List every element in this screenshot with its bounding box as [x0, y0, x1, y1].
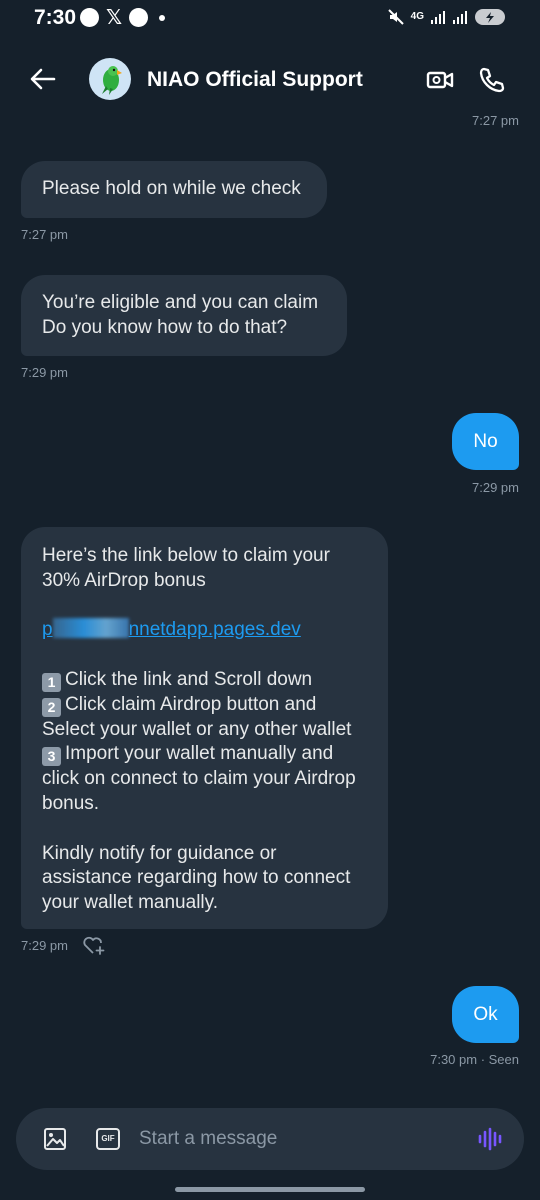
- message-text: your wallet manually.: [42, 892, 219, 914]
- message-timestamp: 7:29 pm: [21, 938, 68, 953]
- message-text: Import your wallet manually and: [65, 743, 334, 765]
- gif-icon[interactable]: GIF: [96, 1128, 120, 1150]
- message-text: assistance regarding how to connect: [42, 867, 351, 889]
- message-timestamp: 7:29 pm: [21, 365, 68, 380]
- page-title: NIAO Official Support: [147, 68, 363, 91]
- keycap-two-icon: 2: [42, 697, 61, 717]
- message-text: Here’s the link below to claim your: [42, 545, 330, 566]
- message-text: You’re eligible and you can claim: [42, 292, 319, 313]
- message-text: click on connect to claim your Airdrop: [42, 768, 356, 790]
- claim-link[interactable]: p nnetdapp.pages.dev: [42, 618, 367, 643]
- signal-icon: [453, 11, 467, 24]
- more-notifications-icon: [159, 15, 165, 21]
- voice-message-icon[interactable]: [477, 1127, 503, 1151]
- message-text: 30% AirDrop bonus: [42, 569, 206, 591]
- home-indicator: [175, 1187, 365, 1192]
- phone-call-icon[interactable]: [476, 64, 508, 96]
- x-logo-icon: 𝕏: [106, 7, 123, 29]
- message-text: Select your wallet or any other wallet: [42, 718, 352, 740]
- image-icon[interactable]: [43, 1127, 67, 1151]
- status-icons: 4G: [387, 7, 506, 27]
- battery-icon: [475, 9, 505, 25]
- notification-dot-icon: [80, 8, 99, 27]
- back-arrow-icon[interactable]: [28, 64, 58, 94]
- status-time: 7:30: [34, 6, 77, 29]
- redacted-link-part: [52, 618, 129, 639]
- message-timestamp: 7:27 pm: [21, 227, 68, 242]
- parrot-avatar-icon: [102, 66, 122, 95]
- message-text: Please hold on while we check: [42, 178, 301, 200]
- add-reaction-icon[interactable]: [82, 934, 106, 956]
- message-text: Click claim Airdrop button and: [65, 693, 317, 715]
- message-text: Ok: [473, 1003, 498, 1025]
- message-bubble-sent[interactable]: No: [452, 413, 519, 470]
- message-bubble-sent[interactable]: Ok: [452, 986, 519, 1043]
- keycap-one-icon: 1: [42, 672, 61, 692]
- network-type-label: 4G: [410, 11, 424, 22]
- keycap-three-icon: 3: [42, 747, 61, 767]
- message-bubble[interactable]: Please hold on while we check: [21, 161, 327, 218]
- mute-icon: [387, 9, 404, 25]
- notification-dot-icon: [129, 8, 148, 27]
- message-composer: GIF Start a message: [16, 1108, 524, 1170]
- message-text: bonus.: [42, 792, 100, 814]
- message-bubble[interactable]: You’re eligible and you can claim Do you…: [21, 275, 347, 356]
- message-input[interactable]: Start a message: [139, 1128, 277, 1150]
- video-call-icon[interactable]: [424, 64, 456, 96]
- avatar[interactable]: [89, 58, 131, 100]
- message-timestamp: 7:27 pm: [472, 113, 519, 128]
- signal-icon: [431, 11, 445, 24]
- status-bar: 7:30 𝕏 4G: [0, 0, 540, 40]
- conversation-header: NIAO Official Support: [0, 42, 540, 118]
- message-text: Do you know how to do that?: [42, 316, 288, 338]
- message-bubble[interactable]: Here’s the link below to claim your 30% …: [21, 527, 388, 929]
- message-timestamp: 7:30 pm · Seen: [430, 1052, 519, 1067]
- message-text: Click the link and Scroll down: [65, 668, 313, 690]
- message-text: No: [473, 430, 498, 452]
- message-text: Kindly notify for guidance or: [42, 842, 277, 864]
- message-timestamp: 7:29 pm: [472, 480, 519, 495]
